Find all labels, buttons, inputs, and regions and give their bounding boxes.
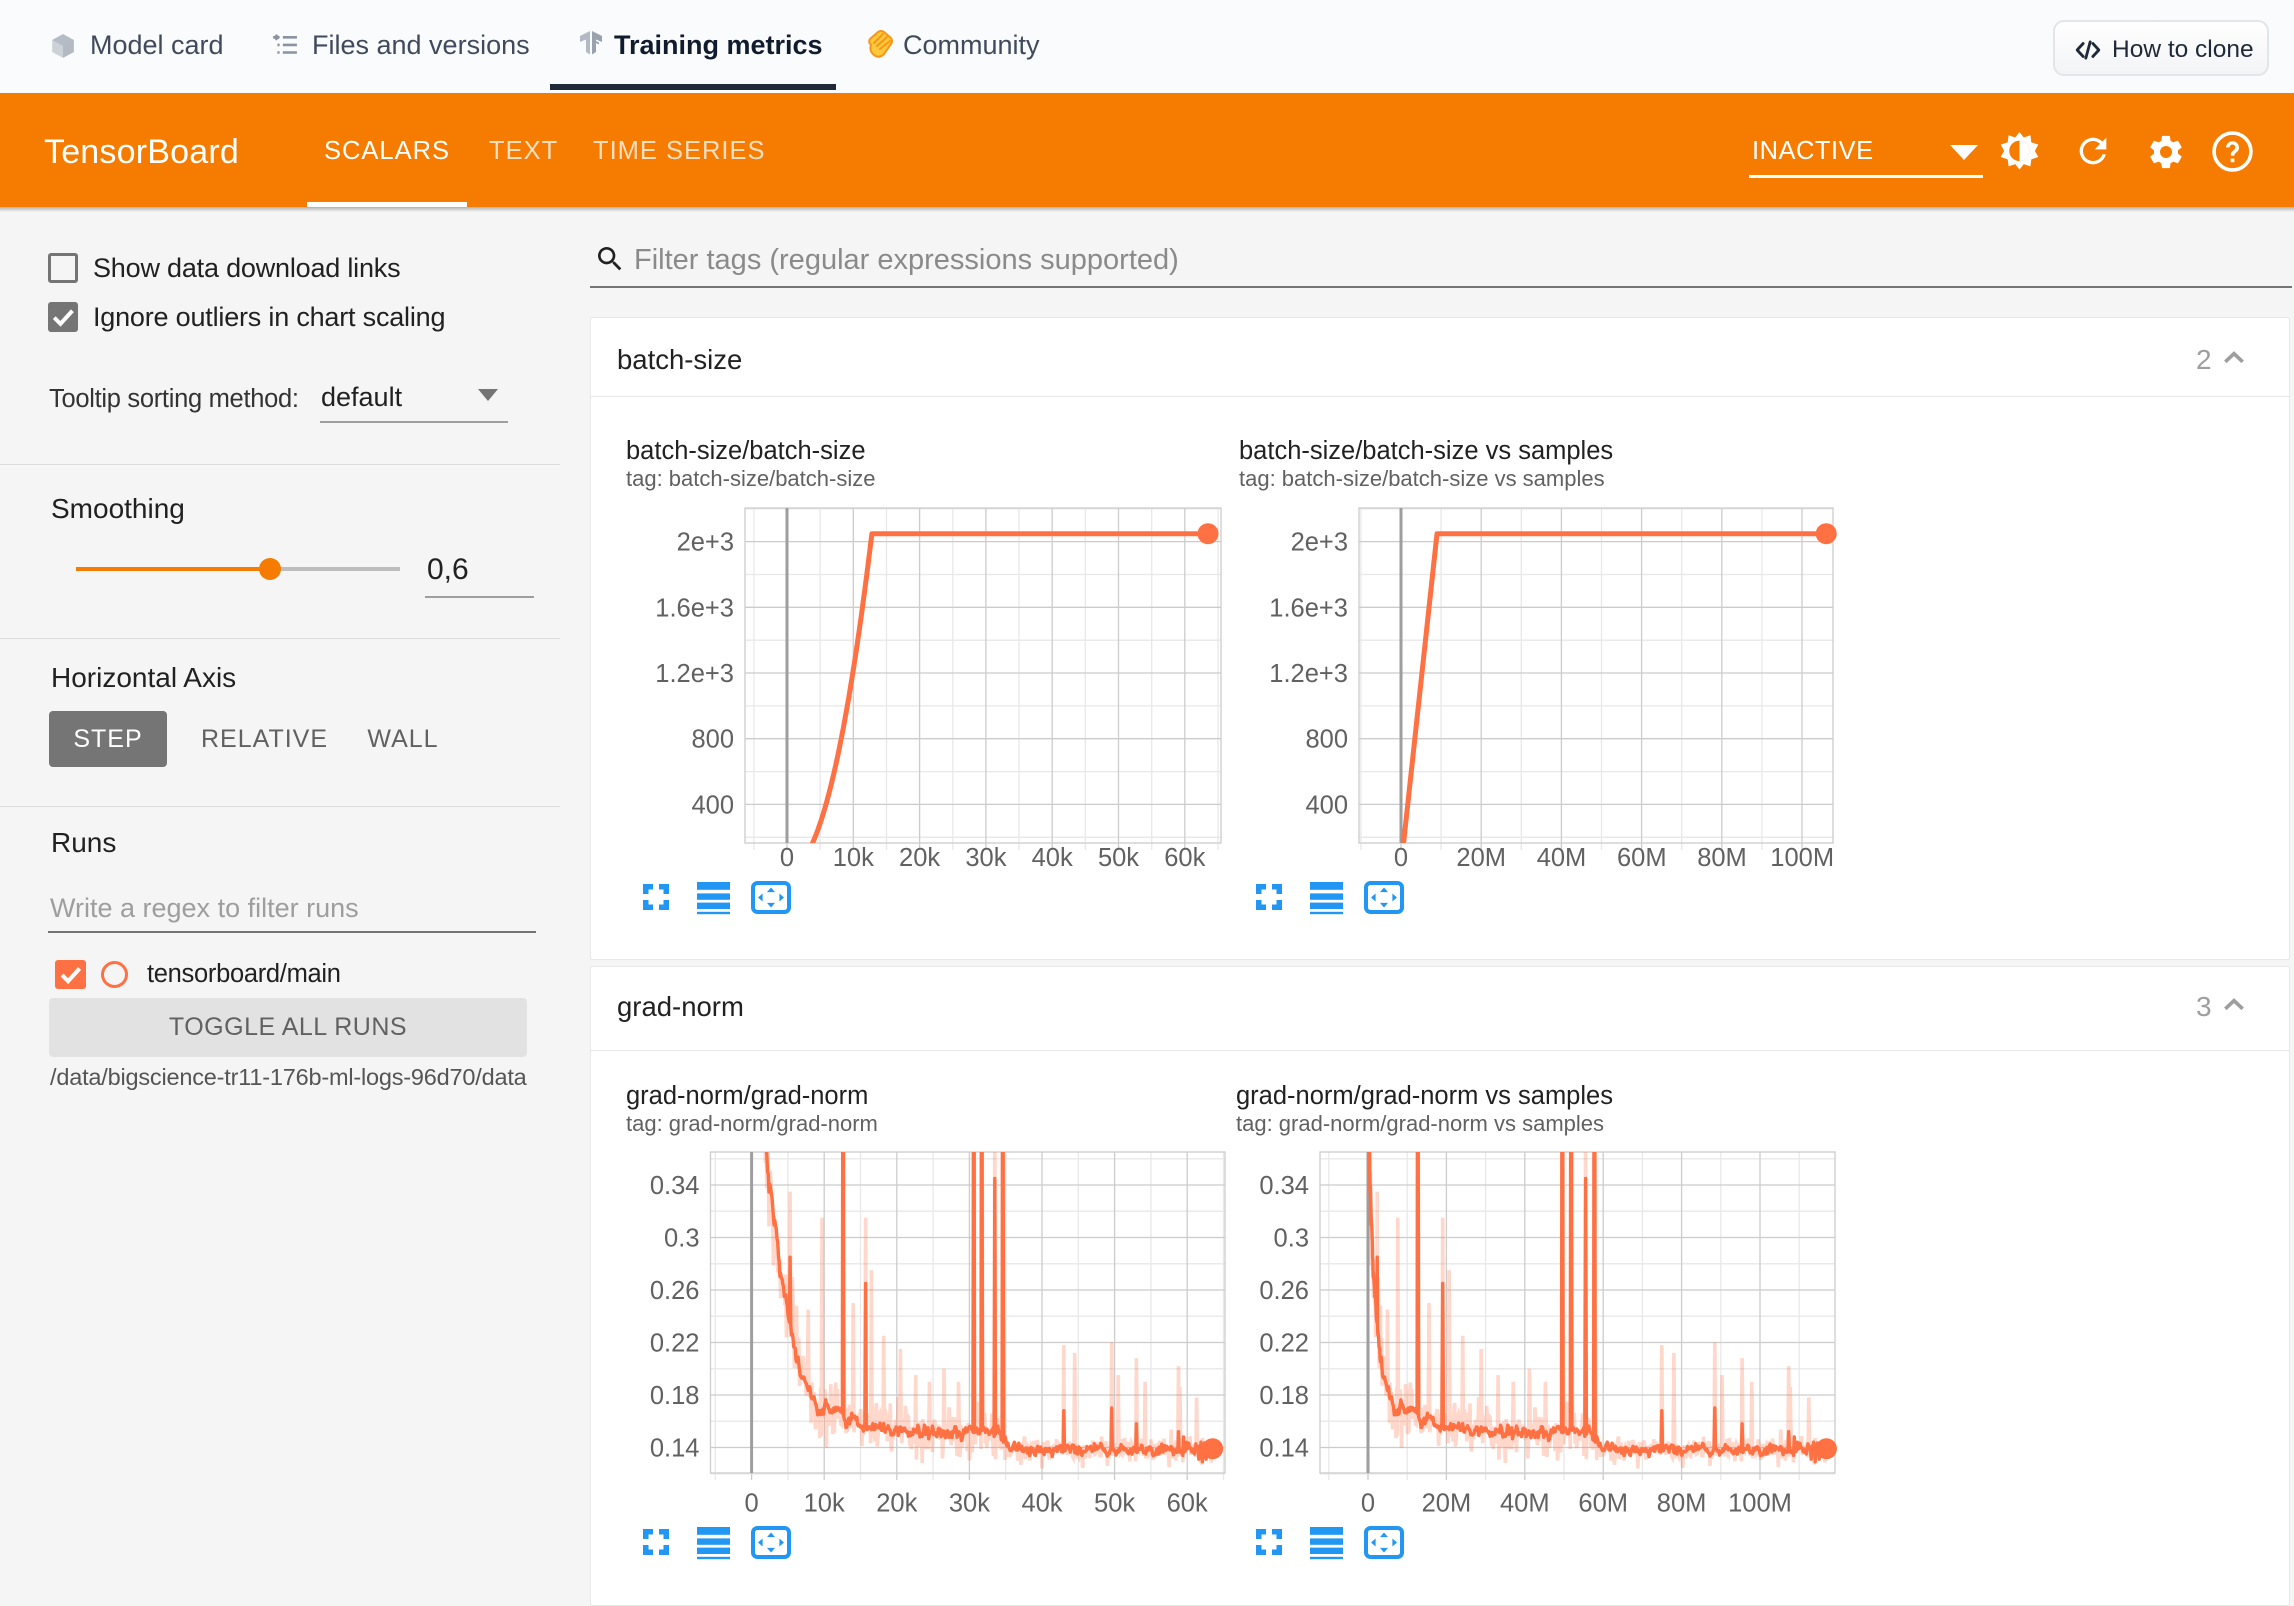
svg-text:40M: 40M: [1537, 844, 1587, 872]
svg-text:tag: batch-size/batch-size: tag: batch-size/batch-size: [626, 466, 875, 491]
svg-text:10k: 10k: [833, 844, 874, 872]
svg-text:800: 800: [691, 726, 734, 754]
svg-text:60M: 60M: [1617, 844, 1667, 872]
svg-text:0.34: 0.34: [650, 1172, 700, 1200]
svg-text:0: 0: [745, 1490, 759, 1518]
svg-text:0.14: 0.14: [1259, 1435, 1309, 1463]
svg-text:50k: 50k: [1098, 844, 1139, 872]
svg-text:0.18: 0.18: [1259, 1382, 1309, 1410]
svg-text:20M: 20M: [1456, 844, 1506, 872]
svg-text:2e+3: 2e+3: [677, 529, 734, 557]
svg-text:grad-norm/grad-norm: grad-norm/grad-norm: [626, 1082, 868, 1110]
svg-text:400: 400: [1305, 791, 1348, 819]
svg-text:grad-norm/grad-norm vs samples: grad-norm/grad-norm vs samples: [1236, 1082, 1613, 1110]
svg-text:80M: 80M: [1697, 844, 1747, 872]
svg-text:0.22: 0.22: [1259, 1330, 1309, 1358]
svg-text:0.14: 0.14: [650, 1435, 700, 1463]
svg-text:50k: 50k: [1094, 1490, 1135, 1518]
svg-text:0: 0: [780, 844, 794, 872]
svg-text:60k: 60k: [1164, 844, 1205, 872]
svg-text:20M: 20M: [1422, 1490, 1472, 1518]
svg-text:1.6e+3: 1.6e+3: [1269, 594, 1348, 622]
svg-text:batch-size/batch-size: batch-size/batch-size: [626, 437, 866, 465]
svg-text:800: 800: [1305, 726, 1348, 754]
svg-text:10k: 10k: [804, 1490, 845, 1518]
svg-text:tag: batch-size/batch-size vs: tag: batch-size/batch-size vs samples: [1239, 466, 1605, 491]
svg-text:40M: 40M: [1500, 1490, 1550, 1518]
svg-text:20k: 20k: [899, 844, 940, 872]
svg-text:60M: 60M: [1578, 1490, 1628, 1518]
svg-text:0: 0: [1394, 844, 1408, 872]
svg-text:0: 0: [1361, 1490, 1375, 1518]
svg-text:0.26: 0.26: [650, 1277, 700, 1305]
svg-text:1.2e+3: 1.2e+3: [655, 660, 734, 688]
svg-text:0.34: 0.34: [1259, 1172, 1309, 1200]
svg-text:1.2e+3: 1.2e+3: [1269, 660, 1348, 688]
svg-text:80M: 80M: [1657, 1490, 1707, 1518]
svg-text:100M: 100M: [1770, 844, 1834, 872]
svg-text:0.3: 0.3: [1274, 1225, 1309, 1253]
svg-text:40k: 40k: [1021, 1490, 1062, 1518]
svg-text:batch-size/batch-size vs sampl: batch-size/batch-size vs samples: [1239, 437, 1613, 465]
svg-text:400: 400: [691, 791, 734, 819]
svg-text:0.3: 0.3: [664, 1225, 699, 1253]
svg-text:2e+3: 2e+3: [1291, 529, 1348, 557]
svg-text:100M: 100M: [1728, 1490, 1792, 1518]
svg-text:0.26: 0.26: [1259, 1277, 1309, 1305]
svg-text:20k: 20k: [876, 1490, 917, 1518]
svg-text:40k: 40k: [1032, 844, 1073, 872]
svg-text:30k: 30k: [949, 1490, 990, 1518]
svg-text:1.6e+3: 1.6e+3: [655, 594, 734, 622]
svg-text:30k: 30k: [965, 844, 1006, 872]
svg-text:0.22: 0.22: [650, 1330, 700, 1358]
svg-text:tag: grad-norm/grad-norm vs sa: tag: grad-norm/grad-norm vs samples: [1236, 1111, 1604, 1136]
svg-text:60k: 60k: [1167, 1490, 1208, 1518]
svg-text:0.18: 0.18: [650, 1382, 700, 1410]
svg-text:tag: grad-norm/grad-norm: tag: grad-norm/grad-norm: [626, 1111, 878, 1136]
